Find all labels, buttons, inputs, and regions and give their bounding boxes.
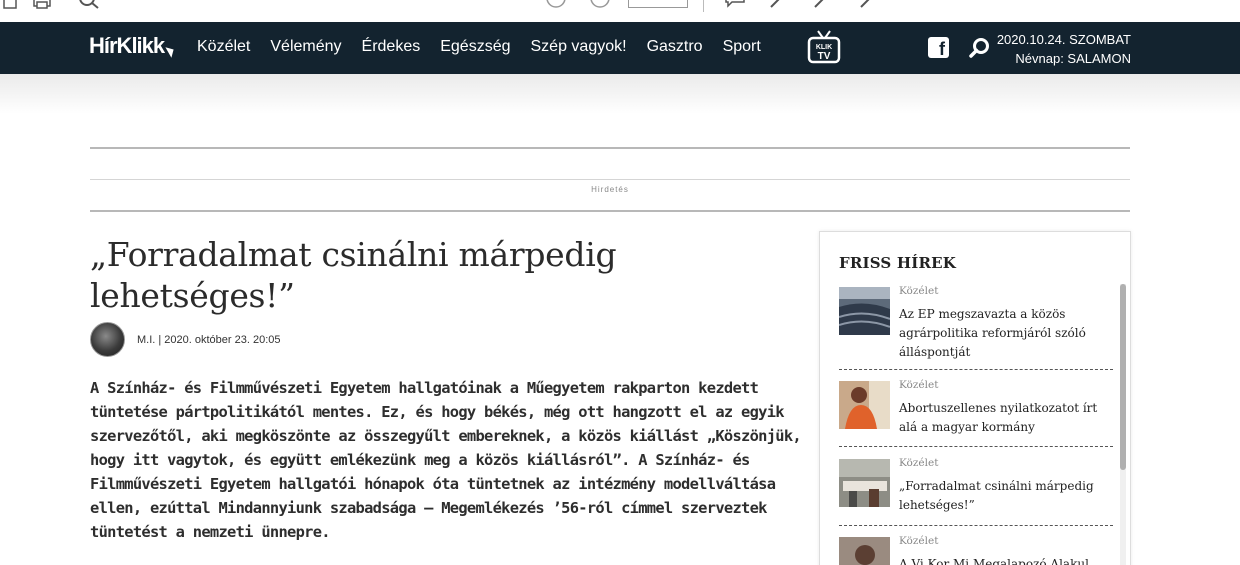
svg-text:TV: TV [818,51,831,62]
author-avatar[interactable] [90,322,125,357]
sidebar-title: FRISS HÍREK [839,254,957,272]
site-logo[interactable]: HírKlikk [89,33,177,59]
facebook-icon[interactable]: f [928,37,949,58]
current-date: 2020.10.24. SZOMBAT [996,32,1131,47]
nav-item-kozelet[interactable]: Közélet [197,38,250,56]
article-byline: M.I. | 2020. október 23. 20:05 [137,334,281,346]
page-up-icon[interactable] [546,0,566,10]
highlight-icon[interactable] [812,0,834,10]
toolbar-divider [703,0,704,12]
browser-toolbar [0,0,1240,22]
news-headline[interactable]: A Vi Kor Mi Megalapozó Alakul [899,555,1117,565]
ad-divider-top [90,147,1130,149]
ad-label: Hirdetés [591,185,629,194]
logo-text: HírKlikk [89,33,165,58]
news-thumbnail[interactable] [839,537,890,565]
save-icon[interactable] [2,0,18,10]
article-title: „Forradalmat csinálni márpedig lehetsége… [90,235,617,315]
nav-item-sport[interactable]: Sport [723,38,761,56]
sidebar-scrollbar[interactable] [1120,284,1126,565]
search-icon[interactable] [78,0,100,10]
article-lead: A Színház- és Filmművészeti Egyetem hall… [90,379,802,541]
draw-icon[interactable] [858,0,880,10]
nav-item-velemeny[interactable]: Vélemény [270,38,341,56]
klikk-tv-logo[interactable]: KLIK TV [806,29,842,67]
news-category[interactable]: Közélet [899,535,938,547]
sidebar-scrollbar-thumb[interactable] [1120,284,1126,470]
news-divider [839,525,1113,526]
news-thumbnail[interactable] [839,381,890,429]
page-down-icon[interactable] [590,0,610,10]
nav-item-erdekes[interactable]: Érdekes [362,38,421,56]
pen-icon[interactable] [768,0,790,10]
nameday: Névnap: SALAMON [1015,51,1131,66]
news-divider [839,446,1113,447]
search-icon[interactable] [969,37,991,59]
svg-text:KLIK: KLIK [816,44,832,51]
site-navbar: HírKlikk Közélet Vélemény Érdekes Egészs… [0,22,1240,74]
news-headline[interactable]: Abortuszellenes nyilatkozatot írt alá a … [899,399,1117,437]
main-nav: Közélet Vélemény Érdekes Egészség Szép v… [197,38,781,56]
page-number-field[interactable] [628,0,688,8]
ad-divider-bottom [90,210,1130,212]
ad-divider-middle [90,179,1130,180]
news-thumbnail[interactable] [839,287,890,335]
comment-icon[interactable] [724,0,746,10]
news-category[interactable]: Közélet [899,457,938,469]
news-category[interactable]: Közélet [899,285,938,297]
news-headline[interactable]: „Forradalmat csinálni márpedig lehetsége… [899,477,1117,515]
news-category[interactable]: Közélet [899,379,938,391]
news-headline[interactable]: Az EP megszavazta a közös agrárpolitika … [899,305,1117,362]
fresh-news-sidebar: FRISS HÍREK Közélet Az EP megszavazta a … [819,231,1131,565]
date-nameday: 2020.10.24. SZOMBAT Névnap: SALAMON [997,30,1131,68]
nav-item-egeszseg[interactable]: Egészség [440,38,510,56]
news-thumbnail[interactable] [839,459,890,507]
cursor-icon [165,44,177,58]
header-shadow [0,74,1240,114]
nav-item-szep-vagyok[interactable]: Szép vagyok! [531,38,627,56]
print-icon[interactable] [32,0,52,10]
news-divider [839,369,1113,370]
nav-item-gasztro[interactable]: Gasztro [647,38,703,56]
